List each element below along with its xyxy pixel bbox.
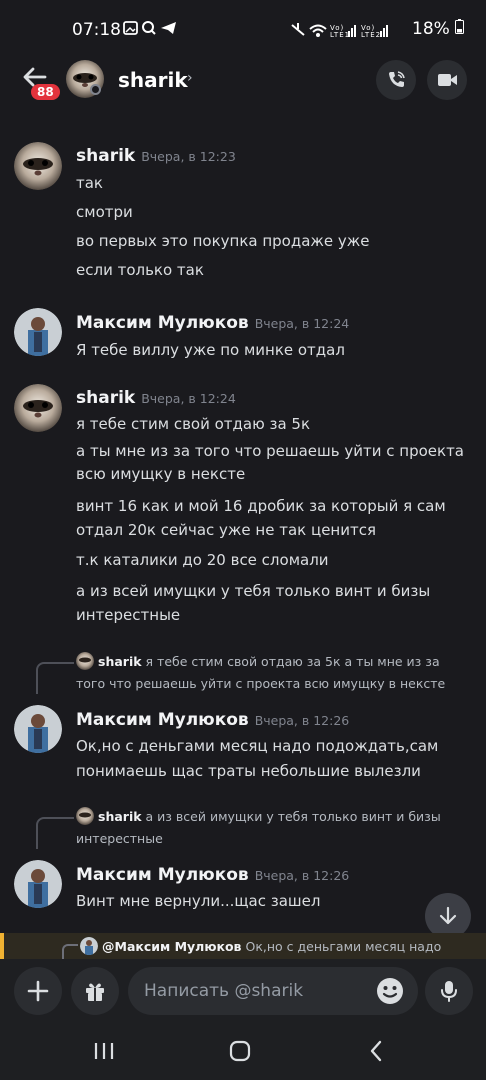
reply-author[interactable]: sharik	[98, 809, 142, 824]
avatar	[80, 937, 98, 955]
reply-preview[interactable]: sharik я тебе стим свой отдаю за 5к а ты …	[76, 651, 471, 695]
avatar[interactable]	[14, 860, 62, 908]
battery-level: 18%	[412, 19, 465, 39]
message-author[interactable]: sharik	[76, 146, 135, 166]
chat-header: 88 sharik ›	[0, 56, 486, 108]
reply-text: интерестные	[76, 831, 163, 846]
message-text: понимаешь щас траты небольшие вылезли	[76, 762, 421, 780]
message-author[interactable]: sharik	[76, 388, 135, 408]
status-signal-icons: Vo) LTE1 Vo) LTE2	[290, 21, 402, 42]
message-timestamp: Вчера, в 12:23	[141, 149, 236, 164]
status-notification-icons	[123, 20, 183, 40]
system-nav-bar	[0, 1023, 486, 1080]
message-composer	[0, 959, 486, 1023]
reply-author[interactable]: sharik	[98, 654, 142, 669]
avatar	[76, 652, 94, 670]
message-header: Максим Мулюков Вчера, в 12:24	[76, 313, 349, 333]
home-icon	[229, 1040, 251, 1062]
recent-apps-button[interactable]	[84, 1035, 124, 1067]
message-header: Максим Мулюков Вчера, в 12:26	[76, 865, 349, 885]
reply-spine	[36, 817, 74, 849]
message-timestamp: Вчера, в 12:24	[254, 316, 350, 331]
back-icon	[370, 1040, 382, 1062]
avatar[interactable]	[14, 705, 62, 753]
avatar[interactable]	[14, 142, 62, 190]
message-header: sharik Вчера, в 12:23	[76, 146, 236, 166]
reply-spine	[36, 662, 74, 694]
message-text: если только так	[76, 261, 204, 279]
microphone-icon	[441, 981, 457, 1002]
voice-call-button[interactable]	[376, 60, 416, 100]
message-text: т.к каталики до 20 все сломали	[76, 551, 329, 569]
svg-text:LTE1: LTE1	[330, 31, 350, 39]
message-header: sharik Вчера, в 12:24	[76, 388, 236, 408]
replying-to-bar[interactable]: @Максим Мулюков Ок,но с деньгами месяц на…	[0, 933, 486, 959]
reply-text: а из всей имущки у тебя только винт и би…	[145, 809, 441, 824]
message-text: отдал 20к сейчас уже не так ценится	[76, 521, 376, 539]
avatar	[76, 807, 94, 825]
add-attachment-button[interactable]	[14, 967, 62, 1015]
phone-call-icon	[389, 71, 405, 87]
gift-icon	[86, 983, 104, 1001]
arrow-down-icon	[439, 906, 457, 925]
message-timestamp: Вчера, в 12:24	[141, 391, 236, 406]
message-author[interactable]: Максим Мулюков	[76, 865, 249, 885]
video-call-icon	[438, 74, 457, 86]
message-text: во первых это покупка продаже уже	[76, 232, 370, 250]
message-timestamp: Вчера, в 12:26	[254, 713, 350, 728]
home-button[interactable]	[220, 1035, 260, 1067]
message-text: Винт мне вернули...щас зашел	[76, 892, 321, 910]
voice-message-button[interactable]	[425, 967, 473, 1015]
offline-status-indicator	[90, 84, 101, 95]
signal-wifi-icon: Vo) LTE1 Vo) LTE2	[291, 23, 388, 39]
message-text: смотри	[76, 203, 133, 221]
battery-percent: 18%	[412, 19, 450, 39]
video-call-button[interactable]	[427, 60, 467, 100]
gift-button[interactable]	[71, 967, 119, 1015]
message-timestamp: Вчера, в 12:26	[254, 868, 350, 883]
status-bar: 07:18 Vo) LTE1 Vo) LTE2 18%	[0, 0, 486, 56]
message-author[interactable]: Максим Мулюков	[76, 313, 249, 333]
plus-icon	[27, 980, 49, 1002]
emoji-icon[interactable]	[374, 975, 406, 1011]
battery-icon	[455, 19, 465, 34]
system-back-button[interactable]	[356, 1035, 396, 1067]
recent-apps-icon	[94, 1043, 114, 1059]
reply-mention: @Максим Мулюков	[102, 939, 242, 954]
reply-text: я тебе стим свой отдаю за 5к а ты мне из…	[145, 654, 440, 669]
unread-badge: 88	[31, 84, 60, 100]
message-list[interactable]: sharik Вчера, в 12:23 так смотри во первы…	[0, 108, 486, 956]
svg-text:LTE2: LTE2	[361, 31, 381, 39]
message-text: я тебе стим свой отдаю за 5к	[76, 415, 311, 433]
avatar[interactable]	[14, 308, 62, 356]
channel-title[interactable]: sharik	[118, 68, 188, 92]
message-text: интерестные	[76, 606, 181, 624]
chevron-right-icon[interactable]: ›	[187, 70, 193, 86]
reply-text: того что решаешь уйти с проекта всю имущ…	[76, 676, 446, 691]
reply-spine	[62, 944, 78, 959]
message-author[interactable]: Максим Мулюков	[76, 710, 249, 730]
message-header: Максим Мулюков Вчера, в 12:26	[76, 710, 349, 730]
reply-preview[interactable]: sharik а из всей имущки у тебя только вин…	[76, 806, 471, 850]
message-text: так	[76, 174, 103, 192]
gallery-search-telegram-icon	[123, 21, 176, 35]
status-time: 07:18	[72, 20, 121, 40]
message-text: Я тебе виллу уже по минке отдал	[76, 341, 345, 359]
message-text: всю имущку в нексте	[76, 465, 246, 483]
reply-text: Ок,но с деньгами месяц надо	[245, 939, 442, 954]
replying-preview: @Максим Мулюков Ок,но с деньгами месяц на…	[80, 937, 441, 955]
avatar[interactable]	[14, 384, 62, 432]
